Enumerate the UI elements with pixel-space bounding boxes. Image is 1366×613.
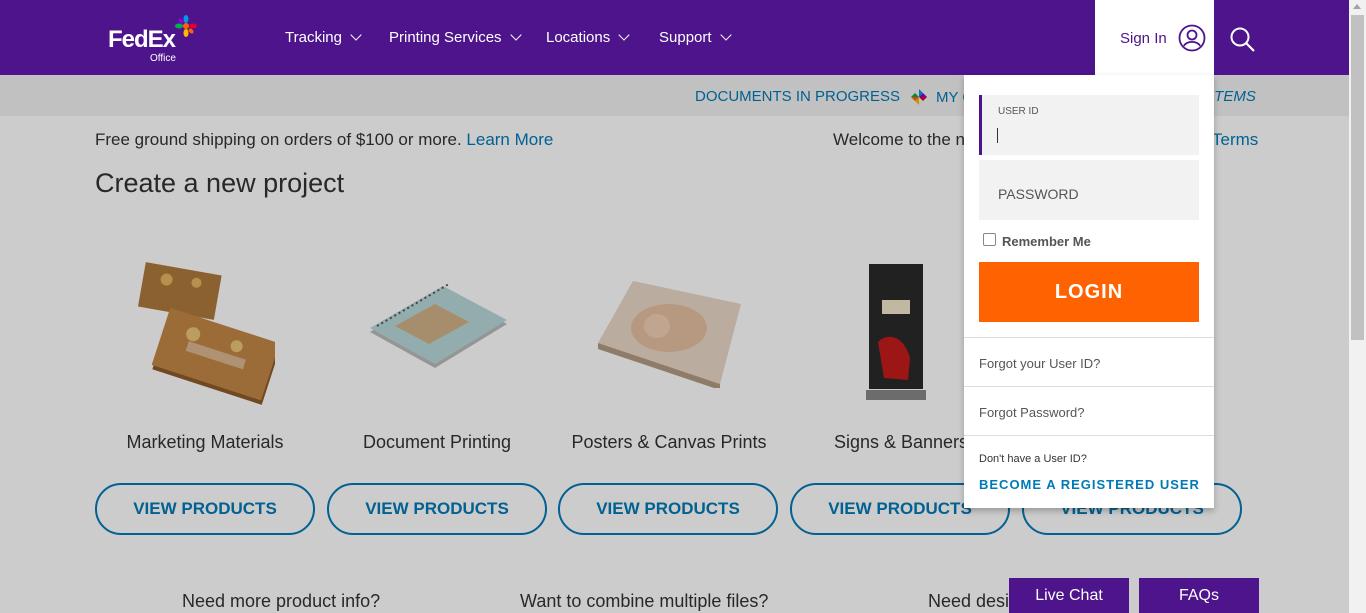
logo-fed: Fed <box>108 26 149 53</box>
divider <box>964 386 1214 387</box>
live-chat-button[interactable]: Live Chat <box>1009 578 1129 613</box>
chevron-down-icon <box>509 29 522 41</box>
chevron-down-icon <box>350 29 362 41</box>
remember-me-checkbox[interactable] <box>983 233 996 246</box>
nav-support[interactable]: Support <box>659 0 732 75</box>
search-icon[interactable] <box>1228 25 1256 53</box>
login-button[interactable]: LOGIN <box>979 262 1199 322</box>
password-placeholder: PASSWORD <box>998 186 1079 202</box>
divider <box>964 435 1214 436</box>
register-link[interactable]: BECOME A REGISTERED USER <box>979 477 1200 492</box>
forgot-user-id-link[interactable]: Forgot your User ID? <box>979 356 1100 371</box>
nav-printing-label: Printing Services <box>389 29 502 46</box>
chevron-down-icon <box>618 29 630 41</box>
logo-wordmark: FedEx <box>108 26 176 54</box>
text-caret <box>997 128 998 143</box>
logo-ex: Ex <box>147 26 176 53</box>
nav-locations-label: Locations <box>546 29 611 46</box>
faqs-button[interactable]: FAQs <box>1139 578 1259 613</box>
nav-tracking-label: Tracking <box>285 29 342 46</box>
sign-in-link[interactable]: Sign In <box>1120 30 1167 47</box>
user-id-field[interactable] <box>979 95 1199 155</box>
divider <box>964 337 1214 338</box>
nav-printing-services[interactable]: Printing Services <box>389 0 522 75</box>
nav-tracking[interactable]: Tracking <box>285 0 362 75</box>
scroll-up-arrow[interactable] <box>1353 4 1361 9</box>
scrollbar-thumb[interactable] <box>1351 15 1364 340</box>
user-icon[interactable] <box>1178 24 1206 52</box>
user-id-label: USER ID <box>998 106 1039 117</box>
fedex-office-logo[interactable]: FedEx Office <box>108 14 203 64</box>
no-user-id-text: Don't have a User ID? <box>979 453 1087 465</box>
chevron-down-icon <box>719 29 732 41</box>
fedex-burst-icon <box>175 15 197 37</box>
logo-office: Office <box>150 53 176 64</box>
forgot-password-link[interactable]: Forgot Password? <box>979 405 1085 420</box>
nav-locations[interactable]: Locations <box>546 0 630 75</box>
remember-me-label[interactable]: Remember Me <box>1002 234 1091 249</box>
nav-support-label: Support <box>659 29 712 46</box>
